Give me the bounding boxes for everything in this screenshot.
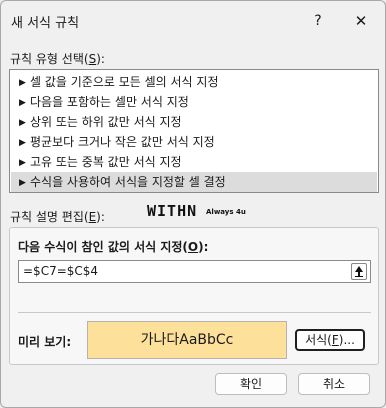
rule-type-item[interactable]: ▶ 상위 또는 하위 값만 서식 지정 — [11, 112, 377, 132]
rule-type-item[interactable]: ▶ 셀 값을 기준으로 모든 셀의 서식 지정 — [11, 72, 377, 92]
formula-accelerator: O — [187, 240, 199, 254]
bullet-arrow-icon: ▶ — [19, 178, 26, 188]
formula-label: 다음 수식이 참인 값의 서식 지정(O): — [18, 240, 209, 254]
close-button[interactable]: ✕ — [349, 10, 373, 32]
format-preview: 가나다AaBbCc — [87, 321, 287, 359]
formula-input[interactable]: =$C7=$C$4 — [18, 260, 371, 283]
formula-value[interactable]: =$C7=$C$4 — [23, 264, 98, 278]
withn-watermark: WITHN — [147, 202, 198, 220]
bullet-arrow-icon: ▶ — [19, 98, 26, 108]
format-button-accelerator: F — [331, 333, 339, 347]
rule-type-list[interactable]: ▶ 셀 값을 기준으로 모든 셀의 서식 지정 ▶ 다음을 포함하는 셀만 서식 지… — [9, 69, 379, 193]
help-button[interactable]: ? — [307, 10, 329, 32]
ok-button[interactable]: 확인 — [215, 373, 287, 395]
new-formatting-rule-dialog: 새 서식 규칙 ? ✕ 규칙 유형 선택(S): ▶ 셀 값을 기준으로 모든 셀… — [0, 0, 386, 408]
bullet-arrow-icon: ▶ — [19, 118, 26, 128]
edit-rule-label: 규칙 설명 편집(E): — [10, 210, 105, 224]
cancel-button[interactable]: 취소 — [298, 373, 370, 395]
rule-type-label: 규칙 유형 선택(S): — [10, 52, 105, 66]
bullet-arrow-icon: ▶ — [19, 138, 26, 148]
dialog-title: 새 서식 규칙 — [11, 16, 80, 31]
bullet-arrow-icon: ▶ — [19, 158, 26, 168]
rule-type-item[interactable]: ▶ 고유 또는 중복 값만 서식 지정 — [11, 152, 377, 172]
divider — [18, 312, 371, 313]
title-bar: 새 서식 규칙 ? ✕ — [1, 1, 385, 39]
withn-watermark-tagline: Always 4u — [206, 208, 246, 216]
bullet-arrow-icon: ▶ — [19, 78, 26, 88]
preview-label: 미리 보기: — [18, 335, 72, 349]
rule-type-item-selected[interactable]: ▶ 수식을 사용하여 서식을 지정할 셀 결정 — [11, 172, 377, 192]
rule-type-item[interactable]: ▶ 다음을 포함하는 셀만 서식 지정 — [11, 92, 377, 112]
rule-type-item[interactable]: ▶ 평균보다 크거나 작은 값만 서식 지정 — [11, 132, 377, 152]
range-select-button[interactable] — [351, 263, 367, 280]
format-button[interactable]: 서식(F)... — [295, 329, 365, 351]
